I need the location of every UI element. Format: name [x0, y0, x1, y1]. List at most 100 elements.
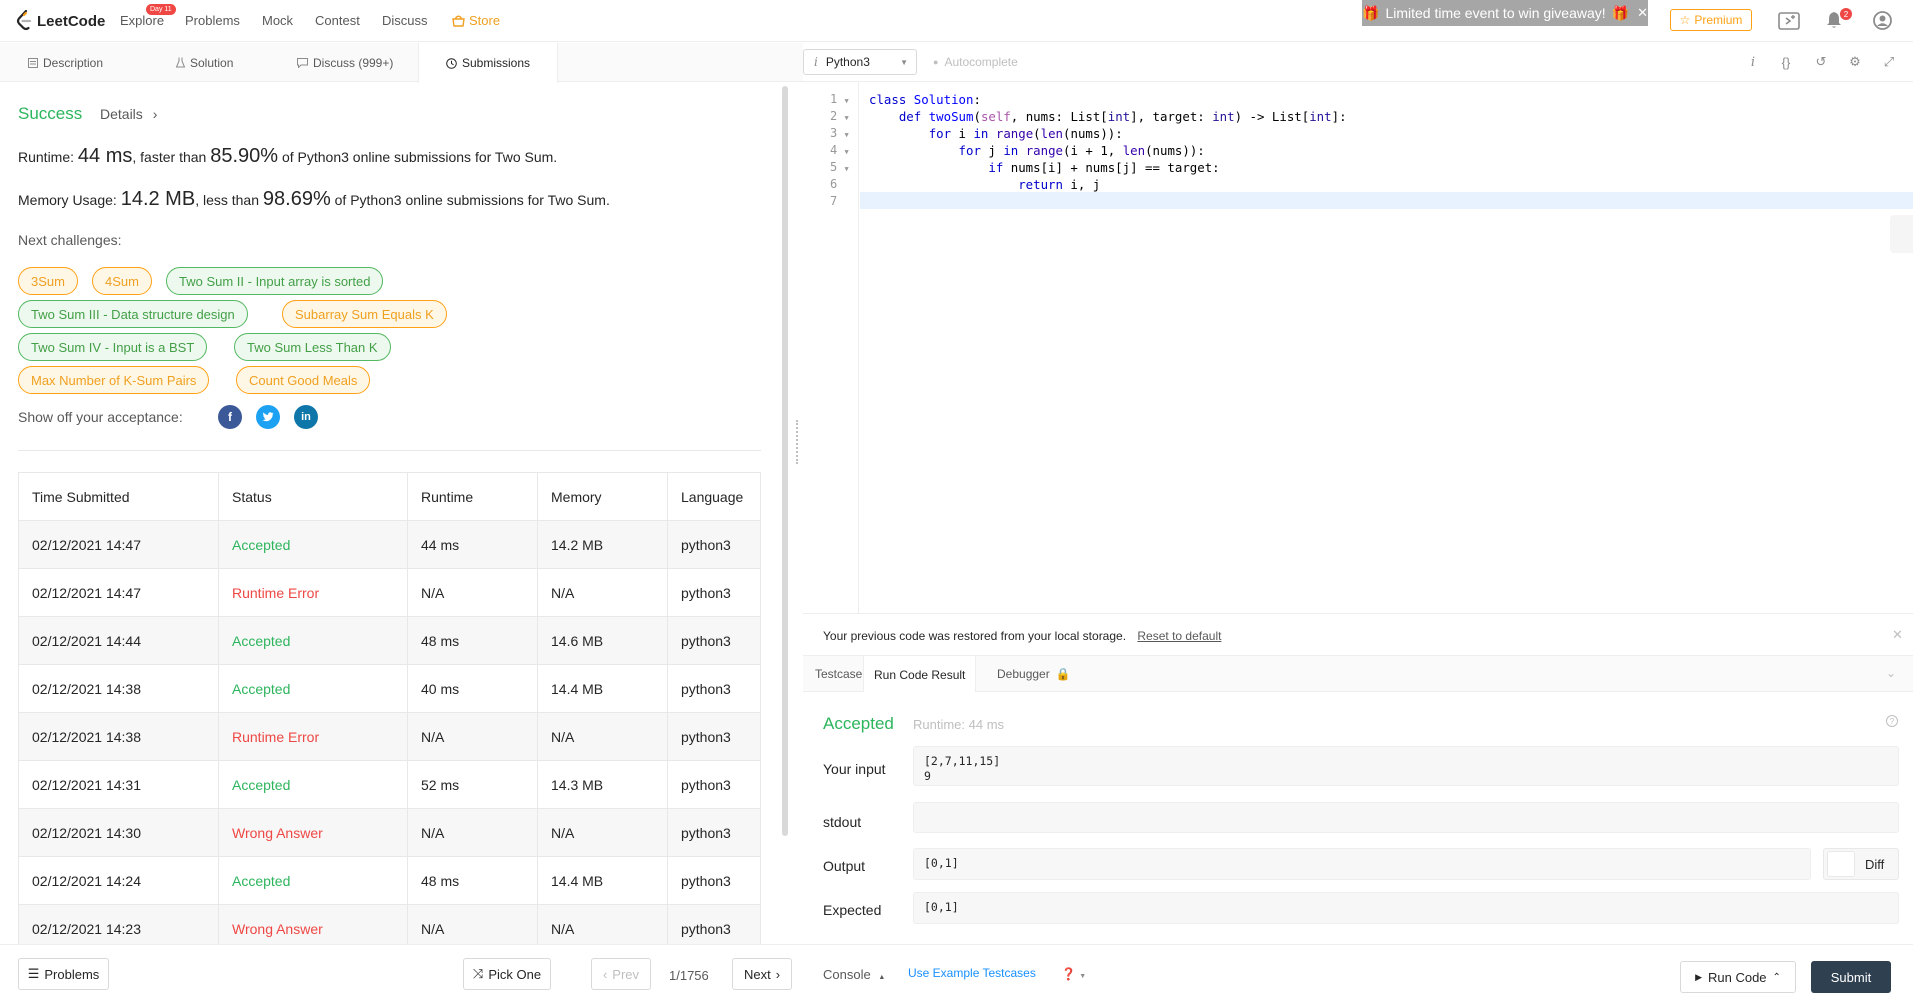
challenge-chip[interactable]: Two Sum Less Than K	[234, 333, 391, 361]
status-link[interactable]: Accepted	[218, 520, 408, 569]
code-line[interactable]: def twoSum(self, nums: List[int], target…	[869, 108, 1347, 125]
tab-testcase[interactable]: Testcase	[815, 656, 862, 692]
line-gutter: 1 ▼ 2 ▼ 3 ▼ 4 ▼ 5 ▼ 6 7	[803, 82, 859, 613]
code-editor[interactable]: 1 ▼ 2 ▼ 3 ▼ 4 ▼ 5 ▼ 6 7 class Solution: …	[803, 82, 1913, 613]
left-panel-scrollbar[interactable]	[782, 86, 788, 836]
details-link[interactable]: Details ›	[100, 106, 157, 122]
problem-tabs: Description Solution Discuss (999+) Subm…	[0, 43, 803, 83]
time-cell: 02/12/2021 14:30	[18, 808, 219, 857]
table-row: 02/12/2021 14:47 Accepted 44 ms 14.2 MB …	[18, 520, 761, 569]
runtime-stat: Runtime: 44 ms, faster than 85.90% of Py…	[18, 145, 557, 168]
pick-one-label: Pick One	[488, 966, 542, 982]
tab-solution-label: Solution	[190, 55, 234, 70]
twitter-icon[interactable]	[256, 405, 280, 429]
code-content[interactable]: class Solution: def twoSum(self, nums: L…	[869, 91, 1347, 210]
time-cell: 02/12/2021 14:47	[18, 520, 219, 569]
language-cell: python3	[667, 808, 761, 857]
memory-cell: 14.4 MB	[537, 664, 668, 713]
run-code-button[interactable]: ▶ Run Code ⌃	[1680, 961, 1796, 993]
playground-icon[interactable]	[1778, 12, 1800, 30]
challenge-chip[interactable]: Max Number of K-Sum Pairs	[18, 366, 210, 394]
tab-description[interactable]: Description	[28, 43, 103, 82]
stdout-label: stdout	[823, 814, 862, 830]
table-row: 02/12/2021 14:44 Accepted 48 ms 14.6 MB …	[18, 616, 761, 665]
nav-store[interactable]: Store	[452, 13, 500, 28]
code-line[interactable]: class Solution:	[869, 91, 1347, 108]
close-icon[interactable]: ✕	[1892, 627, 1903, 643]
premium-button[interactable]: ☆ Premium	[1670, 9, 1752, 31]
status-link[interactable]: Wrong Answer	[218, 808, 408, 857]
info-icon[interactable]: i	[1744, 53, 1762, 71]
tab-discuss[interactable]: Discuss (999+)	[297, 43, 393, 82]
tab-solution[interactable]: Solution	[176, 43, 233, 82]
status-link[interactable]: Accepted	[218, 760, 408, 809]
time-cell: 02/12/2021 14:44	[18, 616, 219, 665]
help-icon[interactable]: ?	[1886, 715, 1898, 727]
side-panel-tab[interactable]	[1890, 215, 1913, 253]
challenge-chip[interactable]: 4Sum	[92, 267, 152, 295]
giveaway-banner[interactable]: 🎁 Limited time event to win giveaway! 🎁 …	[1362, 0, 1648, 26]
nav-contest[interactable]: Contest	[315, 13, 360, 28]
submit-button[interactable]: Submit	[1811, 961, 1891, 993]
status-link[interactable]: Runtime Error	[218, 568, 408, 617]
nav-explore[interactable]: Explore	[120, 13, 164, 28]
code-line[interactable]: if nums[i] + nums[j] == target:	[869, 159, 1347, 176]
tab-debugger-label: Debugger	[997, 667, 1050, 681]
challenge-chip[interactable]: Two Sum II - Input array is sorted	[166, 267, 384, 295]
next-label: Next	[743, 966, 771, 982]
code-line[interactable]: for j in range(i + 1, len(nums)):	[869, 142, 1347, 159]
diff-toggle[interactable]: Diff	[1823, 848, 1899, 880]
autocomplete-toggle[interactable]: ● Autocomplete	[933, 55, 1018, 69]
fullscreen-icon[interactable]: ⤢	[1880, 53, 1898, 71]
use-example-testcases-link[interactable]: Use Example Testcases	[908, 966, 1036, 980]
code-line[interactable]: for i in range(len(nums)):	[869, 125, 1347, 142]
language-cell: python3	[667, 664, 761, 713]
linkedin-icon[interactable]: in	[294, 405, 318, 429]
close-icon[interactable]: ✕	[1637, 5, 1648, 21]
challenge-chip[interactable]: 3Sum	[18, 267, 78, 295]
panel-resize-handle[interactable]	[796, 420, 799, 464]
language-cell: python3	[667, 712, 761, 761]
language-value: Python3	[825, 55, 870, 69]
code-line[interactable]	[869, 193, 1347, 210]
submission-status: Success	[18, 104, 83, 123]
chevron-down-icon[interactable]: ⌄	[1886, 666, 1896, 680]
restored-text: Your previous code was restored from you…	[823, 629, 1221, 643]
challenge-chip[interactable]: Subarray Sum Equals K	[282, 300, 447, 328]
tab-submissions[interactable]: Submissions	[418, 43, 558, 83]
challenge-chip[interactable]: Two Sum III - Data structure design	[18, 300, 248, 328]
nav-problems[interactable]: Problems	[185, 13, 240, 28]
status-link[interactable]: Accepted	[218, 856, 408, 905]
tab-run-code-result[interactable]: Run Code Result	[863, 656, 977, 693]
challenge-chip[interactable]: Two Sum IV - Input is a BST	[18, 333, 208, 361]
braces-icon[interactable]: {}	[1777, 53, 1795, 71]
top-navigation: LeetCode Explore Day 11 Problems Mock Co…	[0, 0, 1913, 42]
leetcode-logo[interactable]: LeetCode	[16, 10, 105, 32]
pick-one-button[interactable]: ⤨ Pick One	[463, 958, 551, 990]
prev-button[interactable]: ‹ Prev	[591, 958, 651, 990]
language-cell: python3	[667, 904, 761, 944]
help-dropdown[interactable]: ❓ ▼	[1061, 967, 1086, 981]
console-button[interactable]: Console ▲	[823, 967, 885, 982]
nav-discuss[interactable]: Discuss	[382, 13, 428, 28]
language-select[interactable]: i Python3 ▼	[803, 49, 917, 75]
run-code-label: Run Code	[1707, 969, 1767, 985]
problem-navigation-bar: ☰ Problems ⤨ Pick One ‹ Prev 1/1756 Next…	[0, 944, 803, 993]
status-link[interactable]: Accepted	[218, 616, 408, 665]
facebook-icon[interactable]: f	[218, 405, 242, 429]
settings-icon[interactable]: ⚙	[1846, 53, 1864, 71]
diff-switch[interactable]	[1827, 851, 1855, 877]
challenge-chip[interactable]: Count Good Meals	[236, 366, 371, 394]
reset-icon[interactable]: ↺	[1812, 53, 1830, 71]
status-link[interactable]: Runtime Error	[218, 712, 408, 761]
status-link[interactable]: Accepted	[218, 664, 408, 713]
problems-label: Problems	[44, 966, 100, 982]
code-line[interactable]: return i, j	[869, 176, 1347, 193]
next-button[interactable]: Next ›	[732, 958, 792, 990]
problems-button[interactable]: ☰ Problems	[18, 958, 109, 990]
avatar-icon[interactable]	[1873, 11, 1892, 30]
status-link[interactable]: Wrong Answer	[218, 904, 408, 944]
reset-to-default-link[interactable]: Reset to default	[1137, 629, 1221, 643]
tab-debugger[interactable]: Debugger 🔒	[997, 656, 1071, 692]
nav-mock[interactable]: Mock	[262, 13, 293, 28]
